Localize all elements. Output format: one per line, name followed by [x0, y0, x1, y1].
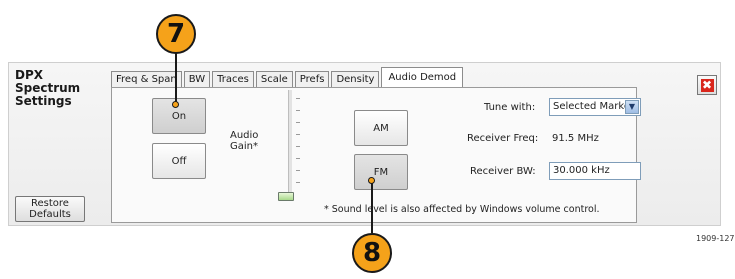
receiver-freq-value: 91.5 MHz: [552, 133, 599, 144]
callout-8-leader: [371, 183, 373, 233]
slider-tick: [296, 98, 300, 99]
settings-tabs: Freq & Span BW Traces Scale Prefs Densit…: [111, 67, 465, 88]
callout-8-dot: [368, 177, 375, 184]
receiver-bw-input[interactable]: 30.000 kHz: [549, 162, 641, 180]
close-icon: ✖: [700, 77, 714, 92]
sound-level-footnote: * Sound level is also affected by Window…: [324, 204, 600, 215]
audio-off-button[interactable]: Off: [152, 143, 206, 179]
tab-freq-span[interactable]: Freq & Span: [111, 71, 182, 88]
slider-tick: [296, 170, 300, 171]
dpx-spectrum-settings-panel: DPX Spectrum Settings Freq & Span BW Tra…: [8, 62, 721, 226]
audio-gain-slider-thumb[interactable]: [278, 192, 294, 201]
receiver-freq-label: Receiver Freq:: [467, 133, 539, 144]
restore-defaults-button[interactable]: Restore Defaults: [15, 196, 85, 222]
am-button[interactable]: AM: [354, 110, 408, 146]
tab-prefs[interactable]: Prefs: [294, 71, 330, 88]
tab-scale[interactable]: Scale: [255, 71, 293, 88]
callout-7: 7: [156, 14, 196, 54]
callout-7-dot: [172, 101, 179, 108]
slider-tick: [296, 134, 300, 135]
audio-on-button[interactable]: On: [152, 98, 206, 134]
chevron-down-icon[interactable]: ▼: [625, 100, 639, 114]
audio-gain-label: Audio Gain*: [230, 130, 259, 152]
receiver-bw-label: Receiver BW:: [470, 166, 536, 177]
slider-tick: [296, 182, 300, 183]
figure-reference: 1909-127: [696, 234, 735, 243]
tab-bw[interactable]: BW: [183, 71, 211, 88]
audio-demod-content: On Off Audio Gain* AM FM Tune with: Sele…: [111, 87, 641, 223]
callout-7-leader: [175, 53, 177, 103]
panel-title: DPX Spectrum Settings: [15, 68, 81, 108]
slider-tick: [296, 122, 300, 123]
tune-with-label: Tune with:: [484, 102, 536, 113]
audio-gain-slider-track[interactable]: [288, 90, 292, 198]
slider-tick: [296, 158, 300, 159]
tab-density[interactable]: Density: [331, 71, 380, 88]
close-button[interactable]: ✖: [697, 75, 717, 95]
tune-with-select[interactable]: Selected Marker ▼: [549, 98, 641, 116]
tab-traces[interactable]: Traces: [212, 71, 254, 88]
callout-8: 8: [352, 233, 392, 273]
tune-with-value: Selected Marker: [553, 101, 635, 112]
slider-tick: [296, 146, 300, 147]
fm-button[interactable]: FM: [354, 154, 408, 190]
tab-audio-demod[interactable]: Audio Demod: [381, 67, 464, 88]
slider-tick: [296, 110, 300, 111]
